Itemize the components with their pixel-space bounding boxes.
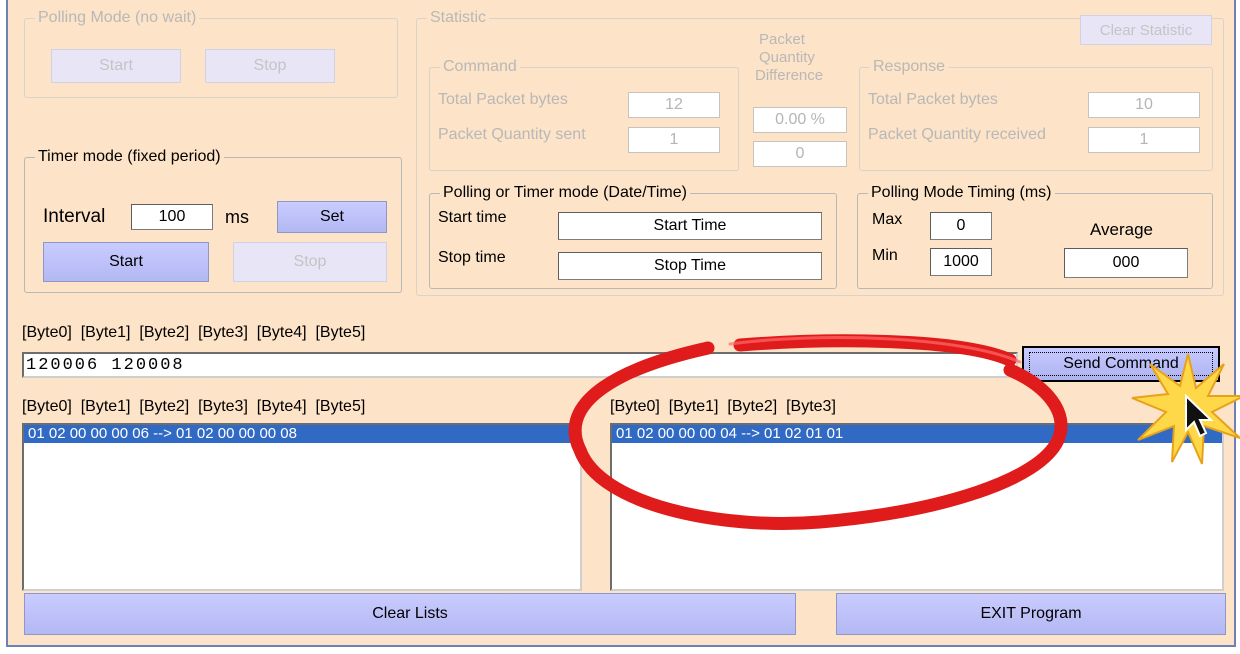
- command-total-bytes-value: 12: [628, 92, 720, 118]
- difference-count-value: 0: [753, 141, 847, 167]
- polling-mode-title: Polling Mode (no wait): [35, 8, 200, 28]
- statistic-title: Statistic: [427, 8, 490, 28]
- sent-listbox[interactable]: 01 02 00 00 00 06 --> 01 02 00 00 00 08: [22, 423, 582, 591]
- send-command-button[interactable]: Send Command: [1022, 346, 1220, 382]
- stop-time-label: Stop time: [438, 249, 506, 266]
- response-stats-group: Response Total Packet bytes 10 Packet Qu…: [859, 57, 1213, 171]
- response-stats-title: Response: [870, 57, 949, 77]
- command-qty-sent-value: 1: [628, 127, 720, 153]
- statistic-group: Statistic Clear Statistic Command Total …: [416, 8, 1224, 296]
- start-time-value: Start Time: [558, 212, 822, 240]
- response-listbox[interactable]: 01 02 00 00 00 04 --> 01 02 01 01: [610, 423, 1224, 591]
- timer-mode-group: Timer mode (fixed period) Interval 100 m…: [24, 147, 402, 293]
- timing-min-label: Min: [872, 247, 898, 264]
- response-list-header: [Byte0] [Byte1] [Byte2] [Byte3]: [610, 398, 836, 415]
- command-stats-group: Command Total Packet bytes 12 Packet Qua…: [429, 57, 739, 171]
- command-total-bytes-label: Total Packet bytes: [438, 91, 568, 108]
- difference-title-line1: Packet: [759, 31, 805, 48]
- stop-time-value: Stop Time: [558, 252, 822, 280]
- clear-statistic-button[interactable]: Clear Statistic: [1080, 15, 1212, 45]
- start-time-label: Start time: [438, 209, 507, 226]
- timing-average-label: Average: [1090, 220, 1154, 239]
- response-qty-received-label: Packet Quantity received: [868, 126, 1046, 143]
- polling-start-button[interactable]: Start: [51, 49, 181, 83]
- sent-list-item[interactable]: 01 02 00 00 00 06 --> 01 02 00 00 00 08: [24, 425, 580, 443]
- difference-title-line3: Difference: [755, 67, 824, 84]
- datetime-title: Polling or Timer mode (Date/Time): [440, 183, 690, 203]
- datetime-group: Polling or Timer mode (Date/Time) Start …: [429, 183, 837, 289]
- timing-max-value: 0: [930, 212, 992, 240]
- send-command-label: Send Command: [1063, 355, 1179, 372]
- sent-list-header: [Byte0] [Byte1] [Byte2] [Byte3] [Byte4] …: [22, 398, 366, 415]
- timing-min-value: 1000: [930, 248, 992, 276]
- difference-title-line2: Quantity: [759, 49, 815, 66]
- timer-mode-title: Timer mode (fixed period): [35, 147, 224, 167]
- exit-program-button[interactable]: EXIT Program: [836, 593, 1226, 635]
- response-total-bytes-label: Total Packet bytes: [868, 91, 998, 108]
- timing-group: Polling Mode Timing (ms) Max 0 Min 1000 …: [857, 183, 1213, 289]
- command-byte-header: [Byte0] [Byte1] [Byte2] [Byte3] [Byte4] …: [22, 324, 366, 341]
- interval-unit-label: ms: [225, 207, 249, 227]
- difference-percent-value: 0.00 %: [753, 107, 847, 133]
- polling-stop-button[interactable]: Stop: [205, 49, 335, 83]
- interval-label: Interval: [43, 206, 106, 227]
- command-input[interactable]: [22, 352, 1018, 378]
- timing-average-value: 000: [1064, 248, 1188, 278]
- interval-set-button[interactable]: Set: [277, 201, 387, 233]
- timer-start-button[interactable]: Start: [43, 242, 209, 282]
- response-qty-received-value: 1: [1088, 127, 1200, 153]
- timer-stop-button[interactable]: Stop: [233, 242, 387, 282]
- app-window: Polling Mode (no wait) Start Stop Timer …: [6, 0, 1236, 647]
- response-list-item[interactable]: 01 02 00 00 00 04 --> 01 02 01 01: [612, 425, 1222, 443]
- timing-max-label: Max: [872, 211, 903, 228]
- polling-mode-group: Polling Mode (no wait) Start Stop: [24, 8, 398, 98]
- interval-input[interactable]: 100: [131, 204, 213, 230]
- response-total-bytes-value: 10: [1088, 92, 1200, 118]
- clear-lists-button[interactable]: Clear Lists: [24, 593, 796, 635]
- timing-title: Polling Mode Timing (ms): [868, 183, 1055, 203]
- command-qty-sent-label: Packet Quantity sent: [438, 126, 586, 143]
- command-stats-title: Command: [440, 57, 520, 77]
